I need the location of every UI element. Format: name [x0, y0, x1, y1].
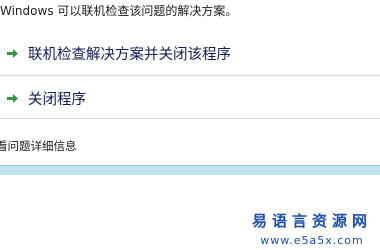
footer-band — [0, 165, 380, 175]
green-arrow-icon — [6, 92, 19, 105]
watermark: 易语言资源网 www.e5a5x.com — [252, 210, 372, 247]
green-arrow-icon — [6, 47, 19, 60]
check-online-option-label: 联机检查解决方案并关闭该程序 — [28, 46, 231, 63]
option-divider — [0, 118, 380, 119]
check-online-and-close-option[interactable]: 联机检查解决方案并关闭该程序 — [0, 36, 380, 70]
watermark-title: 易语言资源网 — [251, 212, 372, 230]
view-problem-details-link[interactable]: 看问题详细信息 — [0, 138, 77, 154]
intro-text: Windows 可以联机检查该问题的解决方案。 — [0, 4, 238, 18]
watermark-url: www.e5a5x.com — [260, 234, 364, 247]
close-program-option-label: 关闭程序 — [28, 91, 86, 108]
close-program-option[interactable]: 关闭程序 — [0, 81, 380, 115]
problem-report-dialog: Windows 可以联机检查该问题的解决方案。 联机检查解决方案并关闭该程序 关… — [0, 0, 380, 250]
option-divider — [0, 75, 380, 76]
